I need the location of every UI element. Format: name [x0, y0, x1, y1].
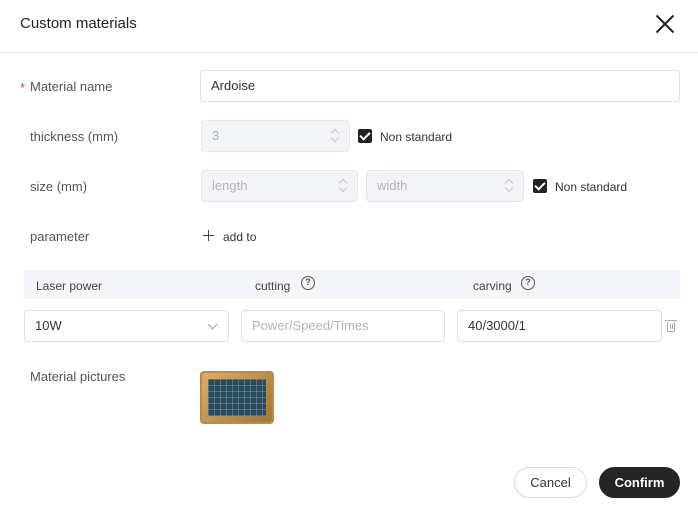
thickness-non-standard-label: Non standard: [380, 130, 453, 144]
thickness-value: 3: [212, 128, 220, 143]
confirm-button[interactable]: Confirm: [599, 467, 680, 498]
dialog-header: Custom materials: [0, 0, 698, 53]
size-non-standard-checkbox[interactable]: [533, 179, 547, 193]
help-circle-icon[interactable]: ?: [301, 276, 315, 290]
size-non-standard-label: Non standard: [555, 180, 628, 194]
cancel-button[interactable]: Cancel: [514, 467, 587, 498]
width-placeholder: width: [377, 178, 408, 193]
chevron-down-icon: [207, 319, 218, 330]
header-carving: carving: [473, 279, 512, 293]
plus-icon[interactable]: [203, 230, 214, 241]
carving-value: 40/3000/1: [468, 318, 526, 333]
carving-input[interactable]: 40/3000/1: [457, 310, 662, 342]
width-input[interactable]: width: [366, 170, 524, 202]
trash-body: [667, 322, 675, 332]
cutting-input[interactable]: Power/Speed/Times: [241, 310, 445, 342]
custom-materials-dialog: Custom materials * Material name Ardoise…: [0, 0, 698, 515]
image-board: [208, 379, 266, 416]
header-cutting: cutting: [255, 279, 291, 293]
length-placeholder: length: [212, 178, 248, 193]
image-frame: [202, 373, 272, 422]
required-mark: *: [20, 80, 26, 95]
header-laser-power: Laser power: [36, 279, 103, 293]
help-circle-icon[interactable]: ?: [521, 276, 535, 290]
trash-icon[interactable]: [665, 320, 677, 332]
trash-lid: [665, 320, 677, 321]
parameter-label: parameter: [30, 229, 90, 244]
laser-power-select[interactable]: 10W: [24, 310, 229, 342]
stepper-icon: [339, 179, 347, 193]
slate-board-image[interactable]: [200, 371, 274, 424]
cutting-placeholder: Power/Speed/Times: [252, 318, 369, 333]
material-name-input[interactable]: Ardoise: [200, 70, 680, 102]
thickness-non-standard-checkbox[interactable]: [358, 129, 372, 143]
stepper-icon: [505, 179, 513, 193]
size-label: size (mm): [30, 179, 88, 194]
length-input[interactable]: length: [201, 170, 358, 202]
material-name-value: Ardoise: [211, 78, 256, 93]
thickness-input[interactable]: 3: [201, 120, 350, 152]
parameter-table-header: Laser power cutting ? carving ?: [24, 270, 680, 299]
add-to-button[interactable]: add to: [223, 230, 256, 244]
close-icon[interactable]: [654, 13, 676, 35]
thickness-label: thickness (mm): [30, 129, 119, 144]
stepper-icon: [331, 129, 339, 143]
dialog-title: Custom materials: [20, 15, 137, 32]
material-pictures-label: Material pictures: [30, 369, 126, 384]
laser-power-value: 10W: [35, 318, 62, 333]
material-name-label: Material name: [30, 79, 113, 94]
